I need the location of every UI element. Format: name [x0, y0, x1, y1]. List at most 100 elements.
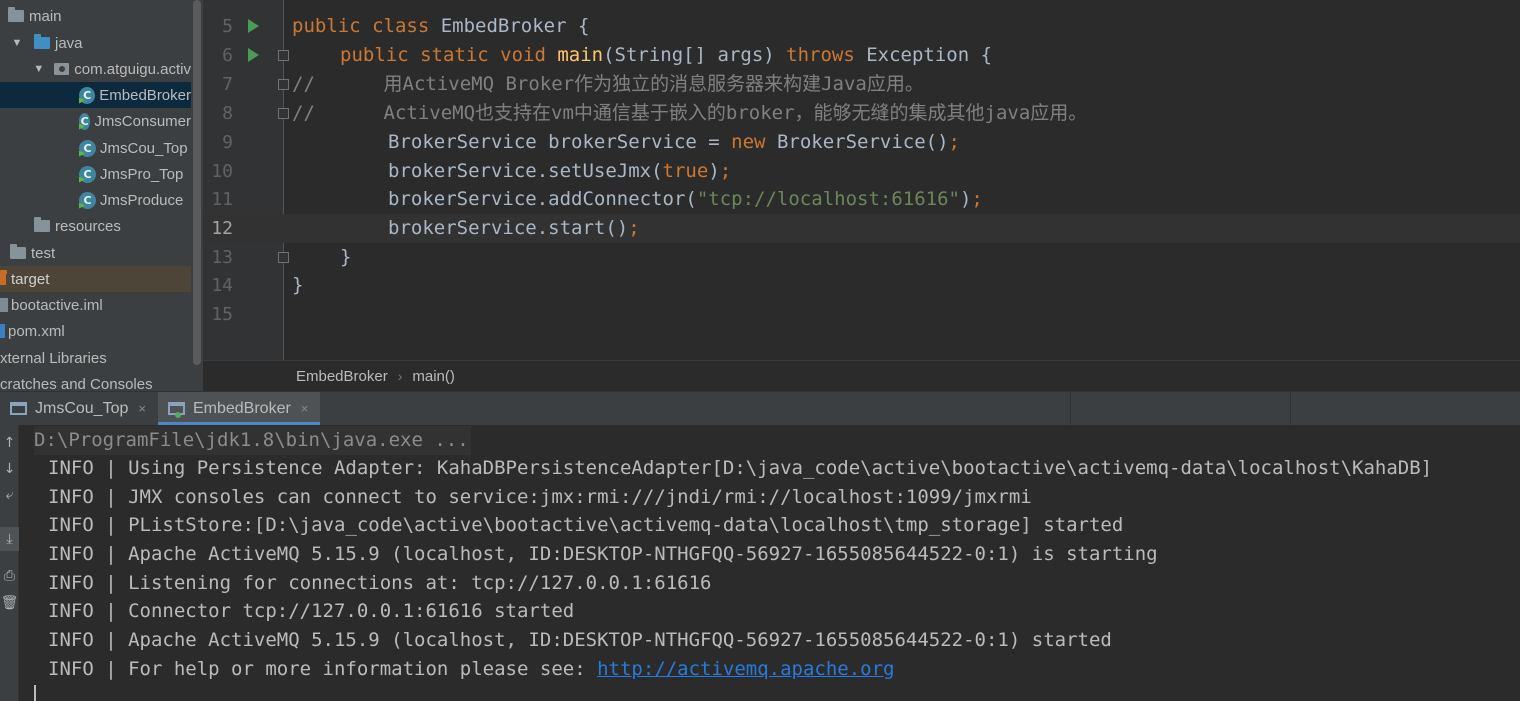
code-comment: // ActiveMQ也支持在vm中通信基于嵌入的broker，能够无缝的集成其…	[292, 102, 1088, 124]
line-number: 9	[222, 132, 233, 153]
code-editor[interactable]: 5 public class EmbedBroker { 6 public st…	[203, 0, 1520, 391]
breadcrumb-class[interactable]: EmbedBroker	[296, 368, 388, 385]
tree-item-jmspro-top[interactable]: C JmsPro_Top	[0, 161, 191, 187]
line-number: 14	[211, 275, 233, 296]
class-icon: C	[79, 86, 96, 104]
tab-embedbroker[interactable]: EmbedBroker ×	[157, 392, 321, 425]
code-text: public class EmbedBroker {	[292, 15, 590, 37]
fold-icon[interactable]	[278, 50, 289, 61]
breadcrumb: EmbedBroker › main()	[203, 360, 1520, 391]
tree-item-label: JmsCou_Top	[100, 139, 188, 157]
tree-item-java[interactable]: ▼ java	[0, 30, 191, 56]
tree-item-label: pom.xml	[8, 322, 65, 340]
run-icon[interactable]	[248, 19, 259, 33]
tree-item-test[interactable]: test	[0, 240, 191, 266]
tree-item-label: bootactive.iml	[11, 296, 103, 314]
tab-divider	[1290, 392, 1291, 425]
line-number: 5	[222, 16, 233, 37]
tree-item-label: resources	[55, 217, 121, 235]
line-number: 10	[211, 161, 233, 182]
tab-label: EmbedBroker	[192, 399, 291, 417]
folder-icon	[10, 244, 26, 259]
maven-file-icon	[0, 324, 5, 338]
code-text: BrokerService brokerService = new Broker…	[388, 131, 960, 153]
run-icon[interactable]	[248, 48, 259, 62]
tree-item-label: cratches and Consoles	[0, 375, 153, 392]
tree-item-external-libraries[interactable]: xternal Libraries	[0, 345, 191, 371]
down-arrow-icon[interactable]: ↓	[0, 457, 19, 481]
code-line[interactable]: 13 }	[203, 243, 1520, 272]
class-icon: C	[79, 165, 96, 183]
tree-item-bootactive-iml[interactable]: bootactive.iml	[0, 292, 191, 318]
tree-item-scratches[interactable]: cratches and Consoles	[0, 371, 191, 392]
file-icon	[0, 298, 8, 312]
close-icon[interactable]: ×	[301, 401, 309, 416]
tree-item-pom-xml[interactable]: pom.xml	[0, 318, 191, 344]
scroll-to-end-icon[interactable]: ⤓	[0, 527, 19, 551]
tree-item-resources[interactable]: resources	[0, 213, 191, 239]
tree-item-jmscou-top[interactable]: C JmsCou_Top	[0, 135, 191, 161]
tab-label: JmsCou_Top	[35, 399, 129, 417]
folder-icon	[8, 7, 24, 22]
tree-item-label: JmsConsumer	[94, 112, 191, 130]
console-caret	[34, 685, 36, 701]
code-line[interactable]: 5 public class EmbedBroker {	[203, 12, 1520, 41]
console-line: INFO | Connector tcp://127.0.0.1:61616 s…	[48, 600, 575, 622]
console-line: INFO | Listening for connections at: tcp…	[48, 572, 712, 594]
tree-item-package[interactable]: ▼ com.atguigu.activ	[0, 56, 191, 82]
tree-item-label: EmbedBroker	[99, 86, 191, 104]
trash-icon[interactable]: 🗑	[0, 591, 19, 615]
code-line[interactable]: 10 brokerService.setUseJmx(true);	[203, 157, 1520, 186]
tree-item-label: java	[55, 34, 83, 52]
folder-icon	[0, 270, 7, 285]
console-line: INFO | Apache ActiveMQ 5.15.9 (localhost…	[48, 629, 1112, 651]
tree-item-main[interactable]: main	[0, 3, 191, 29]
up-arrow-icon[interactable]: ↑	[0, 431, 19, 455]
fold-icon[interactable]	[278, 79, 289, 90]
console-running-icon	[167, 402, 185, 418]
tree-item-embedbroker[interactable]: C EmbedBroker	[0, 82, 191, 108]
line-number: 12	[211, 218, 233, 239]
class-icon: C	[79, 112, 91, 130]
chevron-down-icon[interactable]: ▼	[32, 63, 46, 75]
help-text: INFO | For help or more information plea…	[48, 658, 598, 680]
code-line[interactable]: 6 public static void main(String[] args)…	[203, 41, 1520, 70]
code-line[interactable]: 7 // 用ActiveMQ Broker作为独立的消息服务器来构建Java应用…	[203, 70, 1520, 99]
package-icon	[53, 63, 70, 75]
tree-item-jmsproduce[interactable]: C JmsProduce	[0, 187, 191, 213]
print-icon[interactable]: ⎙	[0, 564, 19, 588]
close-icon[interactable]: ×	[138, 401, 146, 416]
breadcrumb-method[interactable]: main()	[412, 368, 455, 385]
tree-item-target[interactable]: target	[0, 266, 191, 292]
code-line[interactable]: 9 BrokerService brokerService = new Brok…	[203, 128, 1520, 157]
tree-item-label: xternal Libraries	[0, 349, 107, 367]
folder-icon	[34, 217, 50, 232]
fold-icon[interactable]	[278, 108, 289, 119]
code-text: }	[340, 246, 352, 268]
tree-item-jmsconsumer[interactable]: C JmsConsumer	[0, 108, 191, 134]
chevron-down-icon[interactable]: ▼	[10, 37, 24, 49]
tree-item-label: test	[31, 244, 56, 262]
activemq-link[interactable]: http://activemq.apache.org	[597, 658, 894, 680]
code-line[interactable]: 15	[203, 300, 1520, 329]
code-line[interactable]: 8 // ActiveMQ也支持在vm中通信基于嵌入的broker，能够无缝的集…	[203, 99, 1520, 128]
console-command-line: D:\ProgramFile\jdk1.8\bin\java.exe ...	[34, 426, 471, 455]
console-icon	[10, 402, 27, 415]
tree-scrollbar[interactable]	[193, 0, 201, 365]
console-line: INFO | Apache ActiveMQ 5.15.9 (localhost…	[48, 543, 1158, 565]
line-number: 8	[222, 103, 233, 124]
code-line-current[interactable]: 12 brokerService.start();	[203, 214, 1520, 243]
console-line: INFO | Using Persistence Adapter: KahaDB…	[48, 457, 1433, 479]
tab-divider	[1070, 392, 1071, 425]
tree-item-label: com.atguigu.activ	[74, 60, 191, 78]
tab-jmscou-top[interactable]: JmsCou_Top ×	[0, 392, 158, 425]
line-number: 13	[211, 247, 233, 268]
code-text: brokerService.setUseJmx(true);	[388, 160, 732, 182]
code-text: }	[292, 274, 304, 296]
fold-icon[interactable]	[278, 252, 289, 263]
code-line[interactable]: 11 brokerService.addConnector("tcp://loc…	[203, 185, 1520, 214]
soft-wrap-icon[interactable]: ⤶	[0, 483, 19, 507]
chevron-right-icon: ›	[397, 368, 403, 384]
code-line[interactable]: 14 }	[203, 271, 1520, 300]
console-output[interactable]: D:\ProgramFile\jdk1.8\bin\java.exe ... I…	[20, 425, 1520, 701]
